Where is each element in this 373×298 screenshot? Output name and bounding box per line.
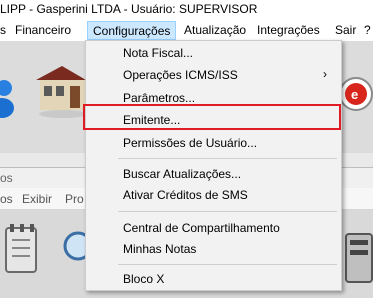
menu-option-label: Operações ICMS/ISS: [123, 68, 238, 82]
menu-atualizacao[interactable]: Atualização: [184, 23, 246, 37]
menu-option-minhas-notas[interactable]: Minhas Notas: [86, 239, 341, 259]
menu-option-central-compartilhamento[interactable]: Central de Compartilhamento: [86, 218, 341, 238]
menu-separator: [118, 211, 337, 212]
menu-separator: [118, 158, 337, 159]
menu-configuracoes[interactable]: Configurações: [87, 21, 177, 40]
menu-option-label: Permissões de Usuário...: [123, 136, 258, 150]
window-title: LIPP - Gasperini LTDA - Usuário: SUPERVI…: [0, 2, 258, 16]
menu-option-label: Bloco X: [123, 272, 165, 286]
subwindow-title: os: [0, 171, 13, 185]
menu-option-operacoes-icms-iss[interactable]: Operações ICMS/ISS ›: [86, 65, 341, 85]
menu-option-label: Buscar Atualizações...: [123, 167, 242, 181]
menu-integracoes[interactable]: Integrações: [257, 23, 320, 37]
menu-item-partial[interactable]: s: [0, 23, 6, 37]
menu-option-label: Minhas Notas: [123, 242, 197, 256]
menu-option-buscar-atualizacoes[interactable]: Buscar Atualizações...: [86, 164, 341, 184]
main-menubar: s Financeiro Configurações Atualização I…: [0, 20, 373, 41]
window-titlebar: LIPP - Gasperini LTDA - Usuário: SUPERVI…: [0, 0, 373, 20]
menu-option-label: Nota Fiscal...: [123, 46, 194, 60]
menu-option-label: Central de Compartilhamento: [123, 221, 280, 235]
menu-option-ativar-creditos-sms[interactable]: Ativar Créditos de SMS: [86, 185, 341, 205]
subwindow-menu-partial[interactable]: Pro: [65, 192, 84, 206]
store-icon[interactable]: [36, 62, 86, 124]
menu-option-bloco-x[interactable]: Bloco X: [86, 269, 341, 289]
user-icon[interactable]: [0, 70, 16, 120]
configuracoes-dropdown: Nota Fiscal... Operações ICMS/ISS › Parâ…: [85, 40, 342, 291]
menu-sair[interactable]: Sair: [335, 23, 356, 37]
subwindow-menu-exibir[interactable]: Exibir: [22, 192, 52, 206]
menu-help[interactable]: ?: [364, 23, 371, 37]
menu-separator: [118, 264, 337, 265]
menu-financeiro[interactable]: Financeiro: [15, 23, 71, 37]
subwindow-menu-item[interactable]: os: [0, 192, 13, 206]
server-icon[interactable]: [340, 228, 373, 288]
highlight-annotation-box: [83, 104, 341, 130]
submenu-arrow-icon: ›: [323, 67, 327, 81]
menu-option-nota-fiscal[interactable]: Nota Fiscal...: [86, 43, 341, 63]
notepad-icon[interactable]: [2, 220, 42, 280]
menu-option-permissoes-usuario[interactable]: Permissões de Usuário...: [86, 133, 341, 153]
menu-option-label: Parâmetros...: [123, 91, 196, 105]
svg-text:e: e: [351, 87, 358, 102]
menu-option-label: Ativar Créditos de SMS: [123, 188, 248, 202]
